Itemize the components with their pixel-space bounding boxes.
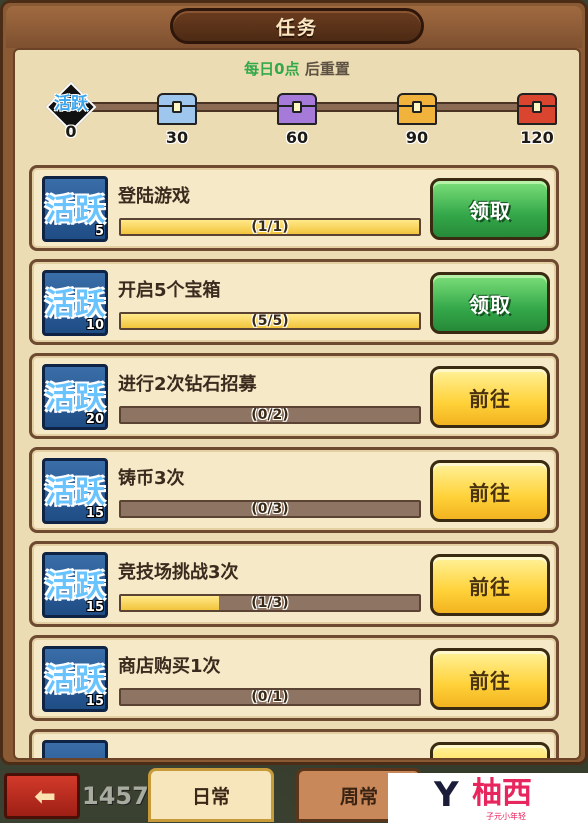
quest-card: 活跃 15 竞技场挑战3次 (1/3) 前往 <box>29 541 559 627</box>
back-button[interactable]: ⬅ <box>4 773 80 819</box>
gold-chest-icon[interactable] <box>397 93 437 125</box>
quest-progress-bar: (0/1) <box>119 688 421 706</box>
tab-daily[interactable]: 日常 <box>148 768 274 822</box>
activity-points-icon: 活跃 5 <box>42 176 108 242</box>
milestone-value: 90 <box>405 128 429 147</box>
quest-title: 铸币3次 <box>118 468 185 489</box>
quest-title: 进行2次钻石招募 <box>118 374 257 395</box>
go-button[interactable]: 前往 <box>430 554 550 616</box>
claim-button[interactable]: 领取 <box>430 272 550 334</box>
go-button[interactable]: 前往 <box>430 460 550 522</box>
activity-glyph: 活跃 <box>45 193 105 228</box>
quest-card: 活跃 20 进行2次钻石招募 (0/2) 前往 <box>29 353 559 439</box>
quest-card: 活跃 10 开启5个宝箱 (5/5) 领取 <box>29 259 559 345</box>
activity-points-icon: 活跃 15 <box>42 646 108 712</box>
quest-progress-text: (1/1) <box>251 219 289 235</box>
quest-card-partial <box>29 729 559 758</box>
milestone-value: 60 <box>285 128 309 147</box>
activity-points-icon: 活跃 15 <box>42 458 108 524</box>
activity-glyph: 活跃 <box>45 287 105 322</box>
quest-card: 活跃 15 铸币3次 (0/3) 前往 <box>29 447 559 533</box>
quest-panel: 任务 每日0点 后重置 活跃 0 30 60 90 120 活跃 5 登陆游戏 (1/1) 领… <box>0 0 588 765</box>
quest-title: 商店购买1次 <box>118 656 221 677</box>
quest-progress-bar: (0/2) <box>119 406 421 424</box>
quest-progress-text: (0/3) <box>251 501 289 517</box>
quest-points: 15 <box>85 600 104 615</box>
quest-points: 15 <box>85 506 104 521</box>
quest-title: 登陆游戏 <box>118 186 190 207</box>
reset-time: 每日0点 <box>244 60 300 78</box>
back-arrow-icon: ⬅ <box>34 782 56 812</box>
panel-content: 每日0点 后重置 活跃 0 30 60 90 120 活跃 5 登陆游戏 (1/1) 领取 活跃… <box>13 48 581 760</box>
watermark-letter: Y <box>434 775 459 815</box>
watermark-logo: Y 柚西 子元小年轻 <box>388 773 588 823</box>
purple-chest-icon[interactable] <box>277 93 317 125</box>
quest-points: 15 <box>85 694 104 709</box>
page-title: 任务 <box>275 16 318 39</box>
quest-progress-text: (0/2) <box>251 407 289 423</box>
claim-button[interactable]: 领取 <box>430 178 550 240</box>
partial-number: 1457 <box>82 782 149 810</box>
quest-title: 开启5个宝箱 <box>118 280 221 301</box>
title-plate: 任务 <box>170 8 424 44</box>
milestone-value: 120 <box>520 128 554 147</box>
quest-points: 20 <box>85 412 104 427</box>
watermark-sub: 子元小年轻 <box>486 812 526 821</box>
quest-progress-text: (0/1) <box>251 689 289 705</box>
go-button[interactable]: 前往 <box>430 366 550 428</box>
quest-card: 活跃 15 商店购买1次 (0/1) 前往 <box>29 635 559 721</box>
red-gold-chest-icon[interactable] <box>517 93 557 125</box>
go-button[interactable] <box>430 742 550 758</box>
quest-title: 竞技场挑战3次 <box>118 562 239 583</box>
activity-glyph: 活跃 <box>45 569 105 604</box>
silver-chest-icon[interactable] <box>157 93 197 125</box>
activity-points-icon: 活跃 10 <box>42 270 108 336</box>
go-button[interactable]: 前往 <box>430 648 550 710</box>
quest-progress-text: (5/5) <box>251 313 289 329</box>
quest-points: 10 <box>85 318 104 333</box>
milestone-value: 30 <box>165 128 189 147</box>
reset-notice: 每日0点 后重置 <box>15 58 579 79</box>
reset-suffix: 后重置 <box>304 60 350 78</box>
quest-progress-bar: (0/3) <box>119 500 421 518</box>
activity-glyph: 活跃 <box>45 381 105 416</box>
quest-progress-bar: (5/5) <box>119 312 421 330</box>
activity-points-icon <box>42 740 108 758</box>
quest-progress-bar: (1/3) <box>119 594 421 612</box>
activity-points-icon: 活跃 20 <box>42 364 108 430</box>
activity-current-value: 0 <box>65 122 77 141</box>
quest-progress-bar: (1/1) <box>119 218 421 236</box>
activity-points-icon: 活跃 15 <box>42 552 108 618</box>
activity-glyph: 活跃 <box>45 475 105 510</box>
activity-glyph: 活跃 <box>45 663 105 698</box>
quest-card: 活跃 5 登陆游戏 (1/1) 领取 <box>29 165 559 251</box>
quest-points: 5 <box>94 224 104 239</box>
watermark-name: 柚西 <box>472 776 532 811</box>
activity-glyph: 活跃 <box>54 94 88 114</box>
quest-progress-text: (1/3) <box>251 595 289 611</box>
